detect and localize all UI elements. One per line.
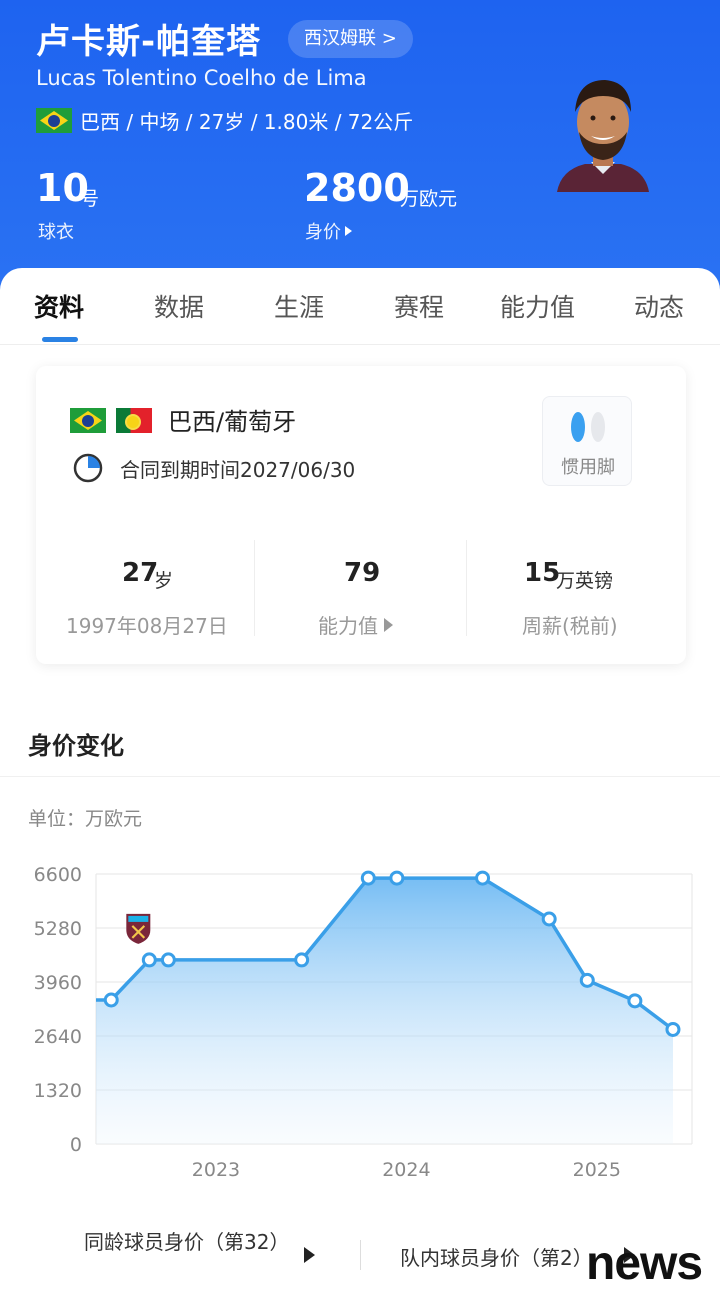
wage-unit: 万英镑: [556, 570, 614, 592]
feet-icon: [571, 412, 605, 442]
nationality: 巴西/葡萄牙: [168, 408, 297, 436]
player-meta: 巴西 / 中场 / 27岁 / 1.80米 / 72公斤: [36, 106, 413, 135]
y-tick-label: 3960: [34, 972, 82, 994]
value-point: [389, 870, 405, 886]
player-name: 卢卡斯-帕奎塔: [36, 22, 262, 62]
value-point: [103, 992, 119, 1008]
player-english-name: Lucas Tolentino Coelho de Lima: [36, 66, 367, 90]
divider: [360, 1240, 361, 1270]
y-tick-label: 0: [70, 1134, 82, 1156]
brazil-flag-icon: [70, 408, 106, 433]
club-link-button[interactable]: 西汉姆联 >: [288, 20, 413, 58]
tabs-divider: [0, 344, 720, 345]
x-tick-label: 2023: [192, 1159, 240, 1181]
wage-number: 15: [524, 558, 561, 588]
caret-right-icon: [345, 226, 352, 236]
x-tick-label: 2025: [573, 1159, 621, 1181]
tab-news[interactable]: 动态: [634, 288, 684, 324]
age-number: 27: [122, 558, 159, 588]
tab-career[interactable]: 生涯: [274, 288, 324, 324]
portugal-flag-icon: [116, 408, 152, 433]
x-tick-label: 2024: [382, 1159, 430, 1181]
ability-number: 79: [344, 558, 381, 588]
market-value-link[interactable]: 身价: [305, 218, 352, 244]
value-point: [360, 870, 376, 886]
value-history-title: 身价变化: [28, 732, 124, 760]
value-point: [160, 952, 176, 968]
info-card: 巴西/葡萄牙 合同到期时间2027/06/30 惯用脚 27 岁 1997年08…: [36, 366, 686, 664]
play-arrow-icon[interactable]: [304, 1247, 315, 1263]
divider: [466, 540, 467, 636]
caret-right-icon: [384, 617, 393, 632]
tab-stats[interactable]: 数据: [154, 288, 204, 324]
tab-profile[interactable]: 资料: [34, 288, 84, 324]
y-tick-label: 5280: [34, 918, 82, 940]
y-tick-label: 1320: [34, 1080, 82, 1102]
value-area: [96, 878, 673, 1144]
contract-clock-icon: [73, 453, 103, 483]
tab-bar: 资料 数据 生涯 赛程 能力值 动态: [0, 268, 720, 344]
tab-schedule[interactable]: 赛程: [394, 288, 444, 324]
preferred-foot: 惯用脚: [542, 396, 632, 486]
y-axis-labels: 0 1320 2640 3960 5280 6600: [34, 864, 82, 1156]
player-header: 卢卡斯-帕奎塔 西汉姆联 > Lucas Tolentino Coelho de…: [0, 0, 720, 290]
value-point: [579, 972, 595, 988]
wage-label: 周薪(税前): [522, 614, 618, 638]
brazil-flag-icon: [36, 108, 72, 133]
chart-unit-label: 单位：万欧元: [28, 808, 143, 830]
watermark-logo: news: [586, 1237, 703, 1290]
team-value-link[interactable]: 队内球员身价（第2）: [400, 1242, 593, 1271]
player-avatar: [557, 80, 649, 192]
y-tick-label: 6600: [34, 864, 82, 886]
value-point: [475, 870, 491, 886]
tab-ability[interactable]: 能力值: [500, 288, 575, 324]
market-value-unit: 万欧元: [400, 188, 458, 210]
x-axis-labels: 2023 2024 2025: [192, 1159, 621, 1181]
market-value-number: 2800: [304, 166, 410, 210]
shirt-label: 球衣: [38, 222, 74, 243]
club-badge-icon: [126, 913, 151, 944]
player-meta-text: 巴西 / 中场 / 27岁 / 1.80米 / 72公斤: [80, 110, 414, 134]
market-value-chart: 0 1320 2640 3960 5280 6600 2023 2024 2025: [34, 864, 693, 1181]
value-point: [627, 993, 643, 1009]
ability-link[interactable]: 能力值: [318, 610, 393, 639]
active-tab-indicator: [42, 337, 78, 342]
age-unit: 岁: [154, 570, 174, 592]
value-point: [141, 952, 157, 968]
content-panel: 资料 数据 生涯 赛程 能力值 动态 巴西/葡萄牙 合同到期时间2027/06/…: [0, 268, 720, 1298]
y-tick-label: 2640: [34, 1026, 82, 1048]
value-point: [541, 911, 557, 927]
section-divider: [0, 776, 720, 777]
divider: [254, 540, 255, 636]
contract-expiry: 合同到期时间2027/06/30: [120, 458, 356, 482]
market-value-label: 身价: [305, 222, 341, 243]
birth-date: 1997年08月27日: [66, 614, 228, 638]
shirt-unit: 号: [80, 188, 100, 210]
preferred-foot-label: 惯用脚: [561, 457, 615, 478]
age-peer-value-link[interactable]: 同龄球员身价（第32）: [84, 1228, 289, 1256]
value-point: [294, 952, 310, 968]
ability-label: 能力值: [318, 614, 378, 638]
value-point: [665, 1021, 681, 1037]
